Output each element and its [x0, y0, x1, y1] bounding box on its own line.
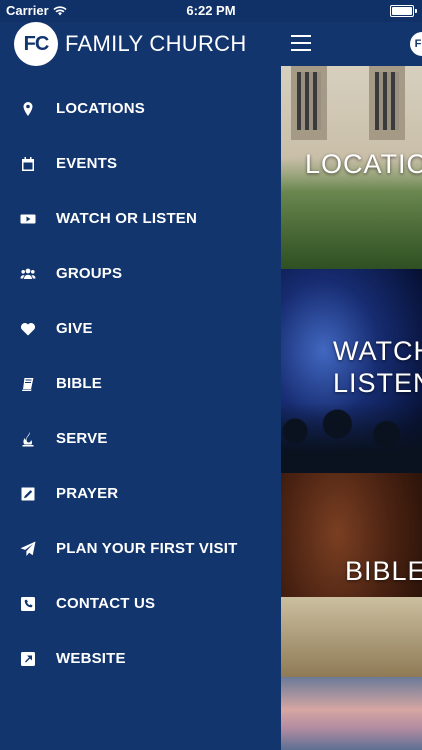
- menu-item-website[interactable]: WEBSITE: [0, 631, 281, 686]
- menu-item-bible[interactable]: BIBLE: [0, 356, 281, 411]
- calendar-icon: [0, 156, 56, 172]
- top-nav-bar: FC: [281, 22, 422, 66]
- tile-watch-or-listen[interactable]: WATCH LISTEN: [281, 269, 422, 473]
- menu-label: WEBSITE: [56, 650, 126, 667]
- crowd-image: [281, 403, 422, 473]
- brand-header[interactable]: FC FAMILY CHURCH: [14, 22, 247, 66]
- menu-label: PRAYER: [56, 485, 119, 502]
- menu-label: BIBLE: [56, 375, 102, 392]
- building-image: [291, 66, 327, 140]
- bible-page-image: [281, 597, 422, 677]
- menu-label: WATCH OR LISTEN: [56, 210, 198, 227]
- menu-label: GROUPS: [56, 265, 123, 282]
- pencil-square-icon: [0, 486, 56, 502]
- hamburger-menu-icon[interactable]: [291, 35, 311, 51]
- play-video-icon: [0, 211, 56, 227]
- side-menu: FC FAMILY CHURCH LOCATIONS EVENTS WATCH …: [0, 0, 281, 750]
- tile-title-line2: LISTEN: [333, 368, 422, 398]
- menu-item-locations[interactable]: LOCATIONS: [0, 81, 281, 136]
- menu-item-watch-or-listen[interactable]: WATCH OR LISTEN: [0, 191, 281, 246]
- tile-sunset[interactable]: [281, 677, 422, 750]
- header-logo: FC: [410, 32, 422, 56]
- menu-item-plan-your-first-visit[interactable]: PLAN YOUR FIRST VISIT: [0, 521, 281, 576]
- tile-title: BIBLE: [345, 556, 422, 586]
- menu-label: SERVE: [56, 430, 108, 447]
- heart-icon: [0, 321, 56, 337]
- building-image: [369, 66, 405, 140]
- tile-title-line1: WATCH: [333, 336, 422, 366]
- battery-icon: [390, 5, 417, 17]
- status-bar: Carrier 6:22 PM: [0, 0, 422, 22]
- location-pin-icon: [0, 101, 56, 117]
- people-icon: [0, 266, 56, 282]
- menu-label: PLAN YOUR FIRST VISIT: [56, 540, 238, 557]
- main-content: FC LOCATIO WATCH LISTEN BIBLE: [281, 0, 422, 750]
- menu-label: LOCATIONS: [56, 100, 146, 117]
- menu-item-prayer[interactable]: PRAYER: [0, 466, 281, 521]
- menu-item-contact-us[interactable]: CONTACT US: [0, 576, 281, 631]
- menu-label: CONTACT US: [56, 595, 156, 612]
- battery-indicator: [390, 5, 417, 17]
- tile-bible[interactable]: BIBLE: [281, 473, 422, 677]
- paper-plane-icon: [0, 541, 56, 557]
- tile-locations[interactable]: LOCATIO: [281, 66, 422, 269]
- book-icon: [0, 376, 56, 392]
- church-name: FAMILY CHURCH: [65, 31, 247, 56]
- external-link-icon: [0, 651, 56, 667]
- status-time: 6:22 PM: [186, 3, 236, 18]
- menu-label: GIVE: [56, 320, 93, 337]
- menu-item-events[interactable]: EVENTS: [0, 136, 281, 191]
- phone-square-icon: [0, 596, 56, 612]
- menu-label: EVENTS: [56, 155, 118, 172]
- menu-item-groups[interactable]: GROUPS: [0, 246, 281, 301]
- menu-item-serve[interactable]: SERVE: [0, 411, 281, 466]
- church-logo: FC: [14, 22, 58, 66]
- fire-icon: [0, 431, 56, 447]
- menu-list: LOCATIONS EVENTS WATCH OR LISTEN GROUPS …: [0, 81, 281, 686]
- menu-item-give[interactable]: GIVE: [0, 301, 281, 356]
- tile-title: LOCATIO: [305, 149, 422, 179]
